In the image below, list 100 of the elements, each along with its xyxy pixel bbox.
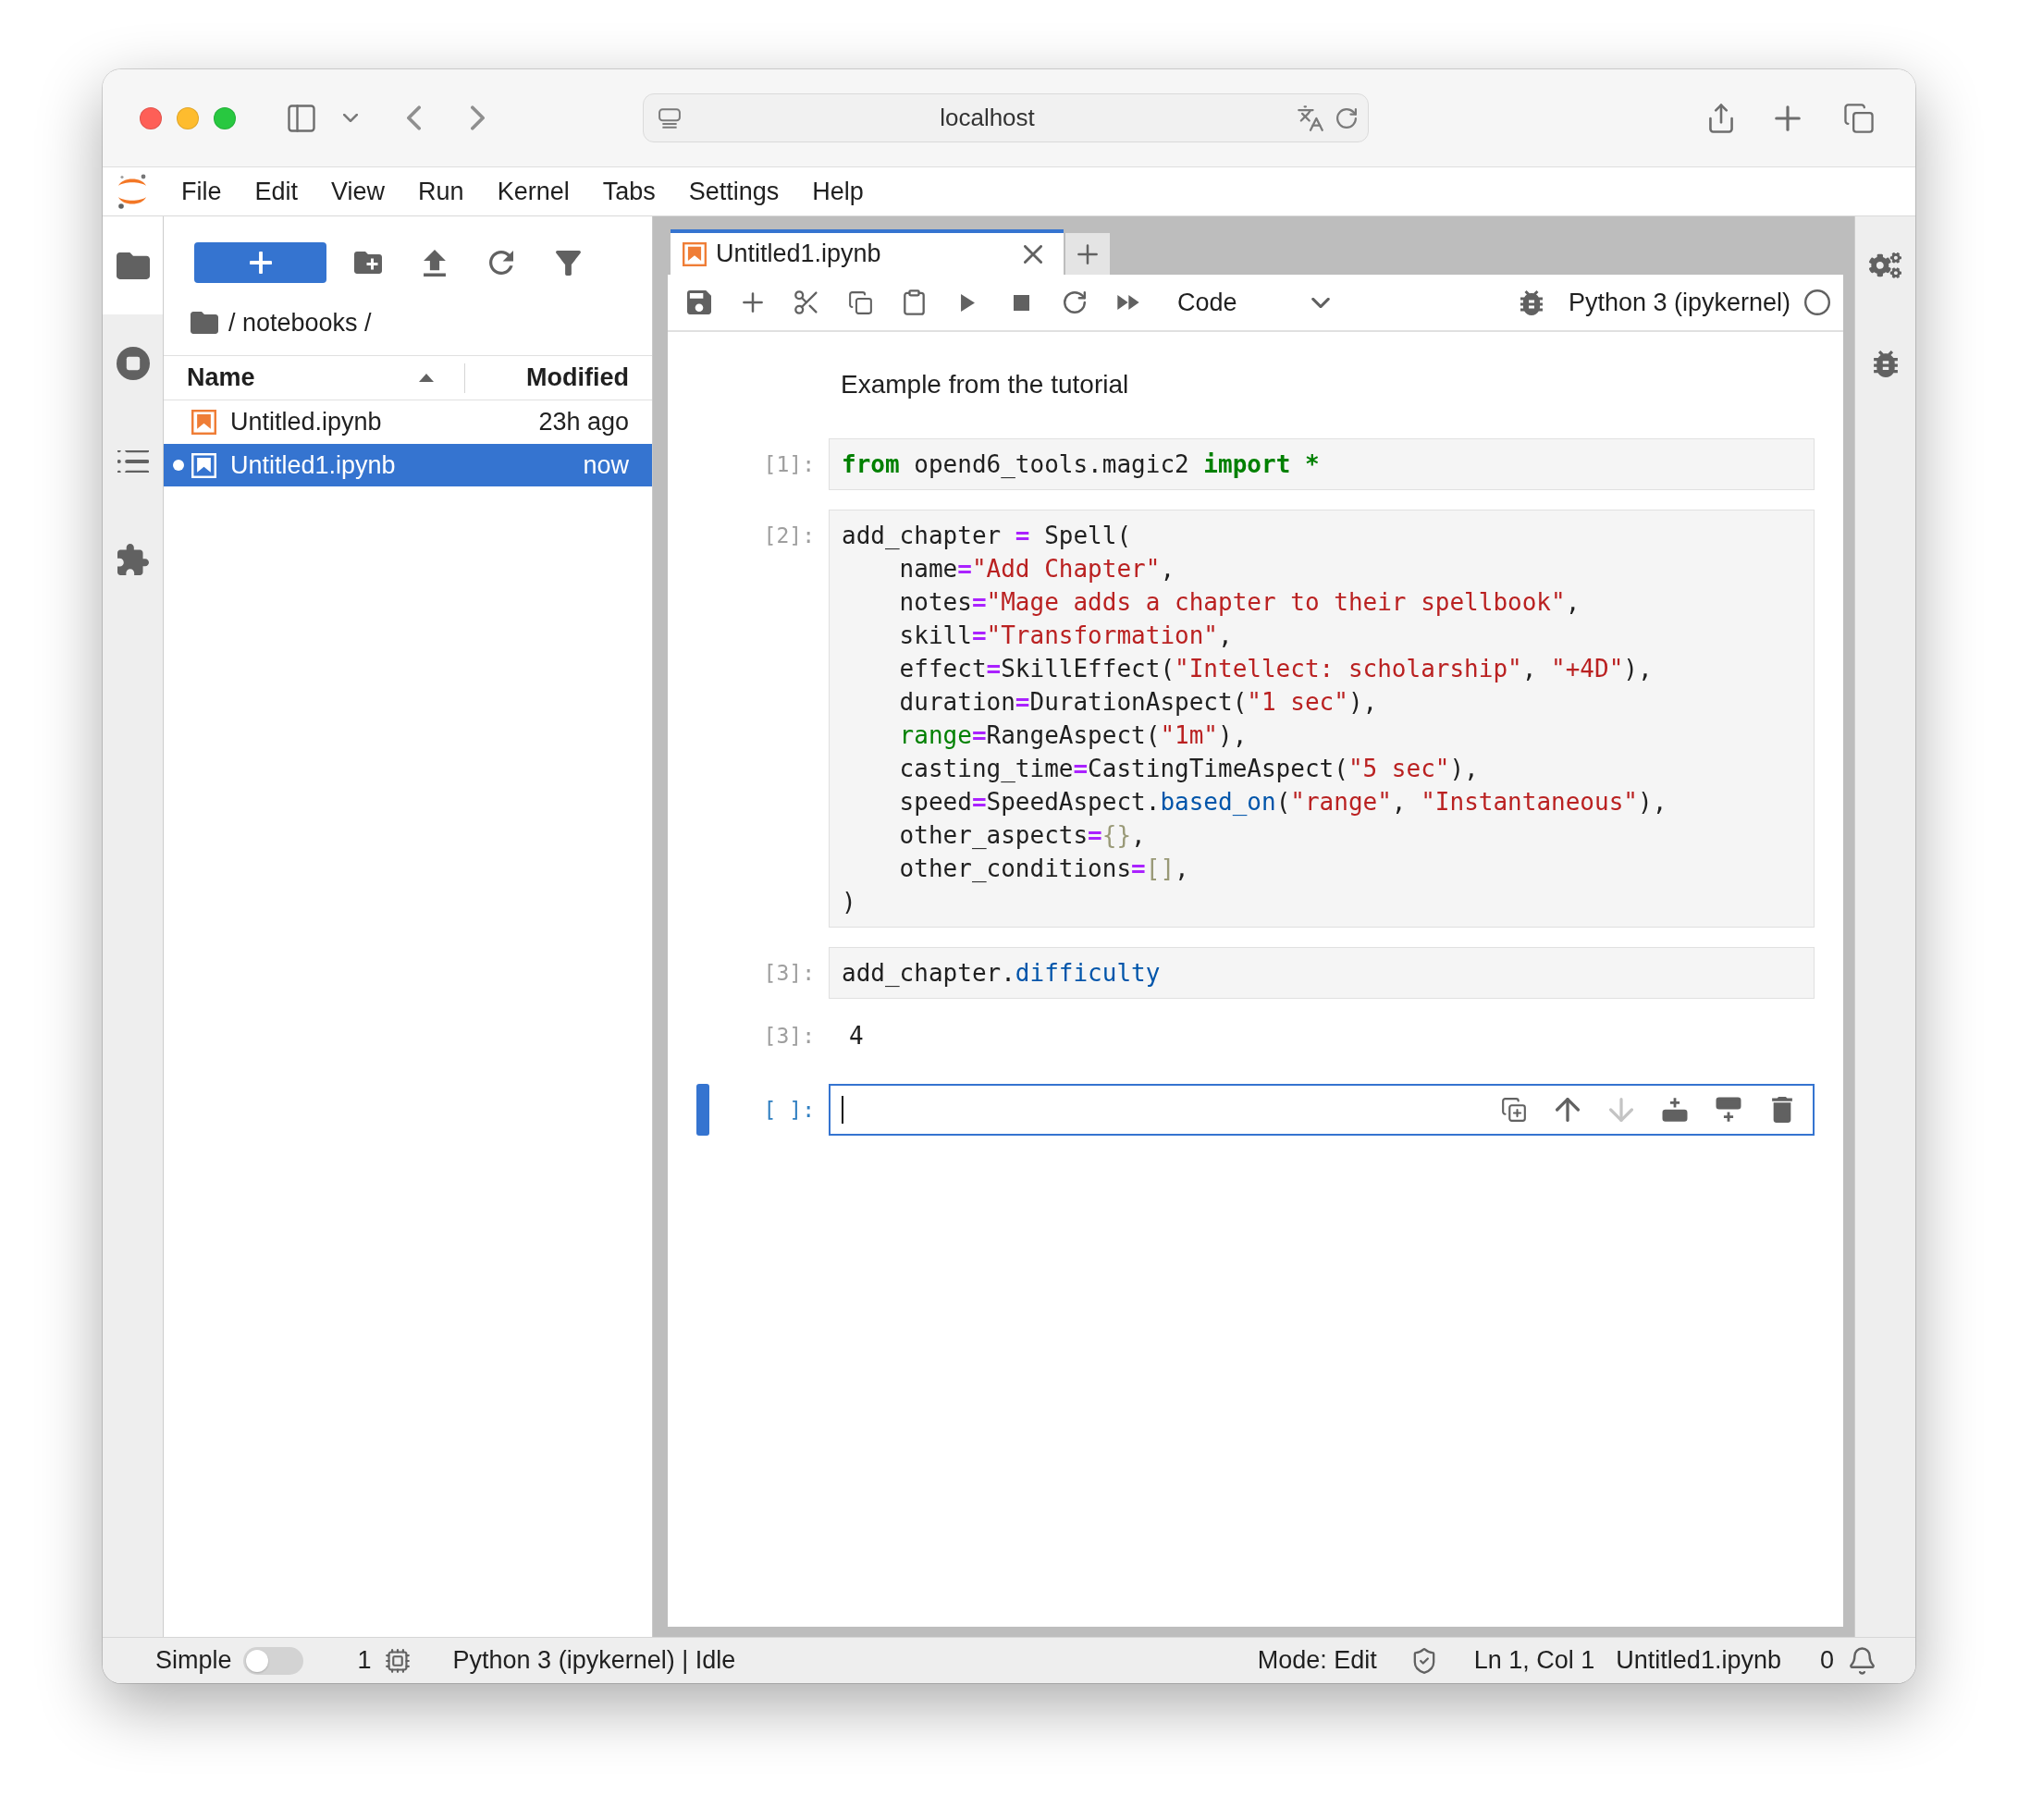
insert-above-icon bbox=[1662, 1097, 1688, 1123]
page-icon bbox=[658, 107, 681, 129]
shield-check-icon bbox=[1412, 1647, 1435, 1674]
chevron-down-icon bbox=[343, 114, 358, 122]
duplicate-icon bbox=[1502, 1098, 1526, 1122]
refresh-icon bbox=[489, 251, 513, 275]
translate-icon bbox=[1298, 105, 1323, 131]
file-modified: 23h ago bbox=[538, 407, 629, 437]
insert-below-icon bbox=[1716, 1097, 1741, 1123]
restart-icon bbox=[1064, 291, 1086, 314]
code-line: speed=SpeedAspect.based_on("range", "Instantaneous"), bbox=[898, 787, 1668, 818]
code-line: other_conditions=[], bbox=[898, 854, 1190, 884]
simple-mode-switch[interactable] bbox=[242, 1646, 303, 1675]
url-text: localhost bbox=[939, 104, 1036, 132]
sidebar-tab[interactable] bbox=[103, 216, 163, 314]
code-editor[interactable] bbox=[829, 1084, 1815, 1136]
save-icon bbox=[687, 290, 711, 314]
menu-item[interactable]: Help bbox=[795, 167, 880, 215]
simple-mode-label: Simple bbox=[155, 1646, 232, 1675]
play-icon bbox=[960, 293, 975, 312]
plus-icon bbox=[743, 292, 763, 313]
upload-icon bbox=[424, 249, 446, 277]
code-line: notes="Mage adds a chapter to their spellbook", bbox=[898, 587, 1581, 618]
share-icon bbox=[1709, 103, 1733, 133]
menu-item[interactable]: Edit bbox=[238, 167, 315, 215]
menu-item[interactable]: File bbox=[165, 167, 239, 215]
copy-icon bbox=[848, 290, 872, 314]
sidebar-icon bbox=[285, 104, 318, 132]
plus-icon bbox=[1077, 243, 1098, 264]
tabs-icon bbox=[1844, 103, 1874, 133]
code-line: from opend6_tools.magic2 import * bbox=[842, 449, 1321, 480]
file-name: Untitled1.ipynb bbox=[230, 450, 396, 480]
add-tab-button[interactable] bbox=[1065, 233, 1110, 275]
running-sessions-button[interactable]: 1 bbox=[357, 1646, 410, 1675]
markdown-text: Example from the tutorial bbox=[840, 369, 1130, 400]
bug-icon bbox=[1873, 350, 1898, 377]
file-modified: now bbox=[583, 450, 629, 480]
chip-icon bbox=[385, 1648, 410, 1673]
notebook-icon bbox=[683, 241, 707, 266]
cell-prompt: [3]: bbox=[762, 1023, 816, 1050]
file-row[interactable]: Untitled1.ipynb now bbox=[164, 444, 652, 486]
chevron-left-icon bbox=[407, 105, 421, 130]
arrow-down-icon bbox=[1609, 1098, 1633, 1122]
file-row[interactable]: Untitled.ipynb 23h ago bbox=[164, 400, 652, 443]
scissors-icon bbox=[794, 290, 818, 314]
code-line: add_chapter.difficulty bbox=[842, 958, 1162, 989]
chevron-down-icon bbox=[1311, 297, 1330, 308]
gears-icon bbox=[1869, 252, 1901, 278]
kernel-status-button[interactable]: Python 3 (ipykernel) | Idle bbox=[452, 1646, 736, 1675]
menu-item[interactable]: Settings bbox=[671, 167, 796, 215]
new-launcher-button[interactable] bbox=[194, 242, 326, 283]
menu-item[interactable]: Run bbox=[401, 167, 481, 215]
stop-circle-icon bbox=[116, 347, 150, 380]
close-icon bbox=[1024, 244, 1042, 264]
code-line: range=RangeAspect("1m"), bbox=[898, 720, 1249, 751]
menu-item[interactable]: Kernel bbox=[480, 167, 586, 215]
bell-icon bbox=[1850, 1646, 1875, 1675]
notifications-button[interactable]: 0 bbox=[1819, 1646, 1875, 1675]
file-name: Untitled.ipynb bbox=[230, 407, 382, 437]
code-editor[interactable]: add_chapter.difficulty bbox=[829, 947, 1815, 999]
window-maximize-button[interactable] bbox=[214, 106, 236, 129]
cell-output: 4 bbox=[848, 1021, 865, 1051]
code-line: duration=DurationAspect("1 sec"), bbox=[898, 687, 1379, 718]
code-line: name="Add Chapter", bbox=[898, 554, 1176, 584]
cursor-position-button[interactable]: Ln 1, Col 1 bbox=[1473, 1646, 1595, 1675]
folder-icon[interactable] bbox=[191, 312, 218, 334]
code-line: casting_time=CastingTimeAspect("5 sec"), bbox=[898, 754, 1480, 784]
breadcrumb-path[interactable]: / notebooks / bbox=[228, 308, 372, 338]
clipboard-icon bbox=[903, 289, 925, 315]
stop-icon bbox=[1013, 294, 1029, 311]
code-line: other_aspects={}, bbox=[898, 820, 1147, 851]
reload-icon bbox=[1336, 107, 1357, 129]
menu-item[interactable]: Tabs bbox=[585, 167, 672, 215]
address-bar[interactable]: localhost bbox=[643, 93, 1369, 142]
menu-item[interactable]: View bbox=[314, 167, 402, 215]
cell-prompt: [1]: bbox=[762, 451, 816, 478]
notebook-icon bbox=[191, 452, 216, 478]
kernel-name-button[interactable]: Python 3 (ipykernel) bbox=[1562, 282, 1796, 323]
fast-forward-icon bbox=[1117, 295, 1139, 310]
chevron-right-icon bbox=[471, 105, 485, 130]
app-logo bbox=[117, 173, 148, 210]
column-header[interactable]: Name bbox=[164, 356, 464, 400]
code-line: skill="Transformation", bbox=[898, 621, 1234, 651]
puzzle-icon bbox=[117, 544, 149, 575]
bug-icon bbox=[1520, 289, 1543, 315]
window-close-button[interactable] bbox=[140, 106, 162, 129]
folder-icon bbox=[116, 252, 150, 279]
notebook-tab[interactable]: Untitled1.ipynb bbox=[671, 229, 1064, 275]
plus-icon bbox=[1775, 105, 1801, 131]
cell-prompt: [ ]: bbox=[762, 1097, 816, 1124]
file-path: Untitled1.ipynb bbox=[1616, 1646, 1781, 1675]
text-cursor bbox=[842, 1096, 843, 1124]
plus-icon bbox=[249, 252, 272, 274]
trash-icon bbox=[1772, 1097, 1792, 1123]
code-line: ) bbox=[842, 887, 857, 917]
code-editor[interactable]: from opend6_tools.magic2 import * bbox=[829, 438, 1815, 490]
column-header[interactable]: Modified bbox=[465, 356, 652, 400]
cell-prompt: [3]: bbox=[762, 960, 816, 987]
code-line: add_chapter = Spell( bbox=[842, 521, 1133, 551]
cell-type-dropdown[interactable]: Code bbox=[1168, 282, 1337, 323]
